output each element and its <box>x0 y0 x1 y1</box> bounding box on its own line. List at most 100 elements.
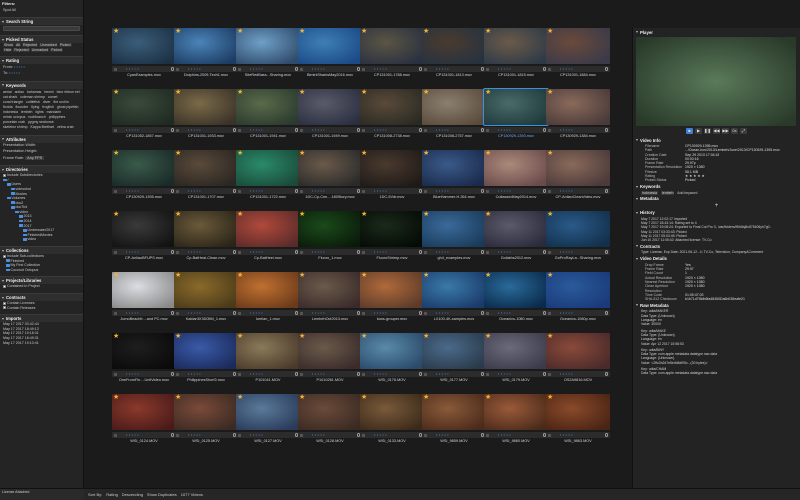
video-thumbnail[interactable] <box>546 333 610 369</box>
video-thumbnail[interactable] <box>484 272 548 308</box>
picked-flag-icon[interactable] <box>486 250 489 254</box>
rating-stars[interactable]: • • • • • <box>14 65 25 69</box>
picked-flag-icon[interactable] <box>176 250 179 254</box>
video-thumbnail-cell[interactable]: ★ ••••• LX100-4K-samples.mov <box>422 272 486 332</box>
video-thumbnail-cell[interactable]: ★ ••••• Oceanics-1080.mov <box>484 272 548 332</box>
favorite-star-icon[interactable]: ★ <box>299 394 305 401</box>
rating-dots[interactable]: ••••• <box>188 433 202 437</box>
video-thumbnail-cell[interactable]: ★ ••••• CP130929-1395.mov <box>112 150 176 210</box>
video-thumbnail[interactable] <box>112 150 176 186</box>
picked-flag-icon[interactable] <box>114 128 117 132</box>
favorite-star-icon[interactable]: ★ <box>361 211 367 218</box>
picked-flag-icon[interactable] <box>176 67 179 71</box>
favorite-star-icon[interactable]: ★ <box>547 272 553 279</box>
keyword-filter-item[interactable]: zebra crab <box>57 125 74 130</box>
video-thumbnail[interactable] <box>236 394 300 430</box>
favorite-star-icon[interactable]: ★ <box>485 333 491 340</box>
video-thumbnail-cell[interactable]: ★ ••••• Goliaths2012.mov <box>484 211 548 271</box>
gear-icon[interactable] <box>604 372 608 376</box>
favorite-star-icon[interactable]: ★ <box>547 89 553 96</box>
rating-dots[interactable]: ••••• <box>250 189 264 193</box>
video-thumbnail-cell[interactable]: ★ ••••• gh4_examples.mov <box>422 211 486 271</box>
rating-dots[interactable]: ••••• <box>560 67 574 71</box>
favorite-star-icon[interactable]: ★ <box>113 333 119 340</box>
video-thumbnail-cell[interactable]: ★ ••••• OneFromFin....UnitVideo.mov <box>112 333 176 393</box>
favorite-star-icon[interactable]: ★ <box>175 272 181 279</box>
video-thumbnail-cell[interactable]: ★ ••••• SiteRedBass...Sharing.mov <box>236 28 300 88</box>
picked-flag-icon[interactable] <box>362 433 365 437</box>
player-control-button[interactable]: 0x <box>731 128 738 134</box>
favorite-star-icon[interactable]: ★ <box>237 333 243 340</box>
video-thumbnail-cell[interactable]: ★ ••••• 1DC-5Vdr.mov <box>360 150 424 210</box>
favorite-star-icon[interactable]: ★ <box>547 150 553 157</box>
favorite-star-icon[interactable]: ★ <box>423 272 429 279</box>
picked-flag-icon[interactable] <box>238 128 241 132</box>
favorite-star-icon[interactable]: ★ <box>423 89 429 96</box>
picked-flag-icon[interactable] <box>424 67 427 71</box>
rating-dots[interactable]: ••••• <box>498 128 512 132</box>
keywords-section-header[interactable]: Keywords <box>633 183 800 191</box>
video-thumbnail-cell[interactable]: ★ ••••• CP131001-1884.mov <box>546 28 610 88</box>
video-thumbnail[interactable] <box>174 89 238 125</box>
video-thumbnail-cell[interactable]: ★ ••••• 1DC-Cp-Cen....180Story.mov <box>298 150 362 210</box>
rating-dots[interactable]: ••••• <box>436 311 450 315</box>
player-control-button[interactable]: ▶▶ <box>722 128 729 134</box>
video-thumbnail-cell[interactable]: ★ ••••• Cp-BatHeal-Clean.mov <box>174 211 238 271</box>
favorite-star-icon[interactable]: ★ <box>237 272 243 279</box>
player-control-button[interactable]: ◀◀ <box>713 128 720 134</box>
contain-releases-checkbox[interactable]: Contain Releases <box>0 306 83 311</box>
video-thumbnail[interactable] <box>112 28 176 64</box>
video-thumbnail-cell[interactable]: ★ ••••• CP131001-1707.mov <box>174 150 238 210</box>
video-info-section-header[interactable]: Video Info <box>633 136 800 144</box>
video-thumbnail-cell[interactable]: ★ ••••• CP131001-1722.mov <box>236 150 300 210</box>
rating-dots[interactable]: ••••• <box>312 433 326 437</box>
video-thumbnail[interactable] <box>422 211 486 247</box>
video-thumbnail[interactable] <box>546 272 610 308</box>
favorite-star-icon[interactable]: ★ <box>547 394 553 401</box>
rating-dots[interactable]: ••••• <box>374 372 388 376</box>
video-thumbnail[interactable] <box>360 272 424 308</box>
rating-dots[interactable]: ••••• <box>436 67 450 71</box>
video-thumbnail-cell[interactable]: ★ ••••• WSI_0125.MOV <box>174 394 238 454</box>
picked-option[interactable]: Hide <box>3 48 13 53</box>
video-thumbnail[interactable] <box>484 28 548 64</box>
contracts-section-header[interactable]: Contracts <box>633 242 800 250</box>
picked-flag-icon[interactable] <box>486 128 489 132</box>
favorite-star-icon[interactable]: ★ <box>361 89 367 96</box>
favorite-star-icon[interactable]: ★ <box>423 394 429 401</box>
video-thumbnail[interactable] <box>298 333 362 369</box>
player-section-header[interactable]: Player <box>633 28 800 36</box>
favorite-star-icon[interactable]: ★ <box>113 28 119 35</box>
picked-flag-icon[interactable] <box>548 311 551 315</box>
picked-flag-icon[interactable] <box>486 67 489 71</box>
favorite-star-icon[interactable]: ★ <box>175 394 181 401</box>
rating-dots[interactable]: ••••• <box>188 250 202 254</box>
video-thumbnail-cell[interactable]: ★ ••••• CP131008-2738.mov <box>360 89 424 149</box>
rating-dots[interactable]: ••••• <box>436 128 450 132</box>
import-item[interactable]: May 17 2017 19:10:41 <box>0 341 83 346</box>
rating-dots[interactable]: ••••• <box>126 67 140 71</box>
raw-metadata-section-header[interactable]: Raw Metadata <box>633 301 800 309</box>
picked-flag-icon[interactable] <box>548 372 551 376</box>
video-thumbnail-cell[interactable]: ★ ••••• CP130929-1384.mov <box>546 89 610 149</box>
video-thumbnail[interactable] <box>360 89 424 125</box>
gear-icon[interactable] <box>604 311 608 315</box>
rating-dots[interactable]: ••••• <box>560 433 574 437</box>
video-thumbnail-cell[interactable]: ★ ••••• WSI_0127.MOV <box>236 394 300 454</box>
video-thumbnail[interactable] <box>112 89 176 125</box>
contracts-section-header[interactable]: Contracts <box>0 293 83 301</box>
video-thumbnail[interactable] <box>360 211 424 247</box>
picked-flag-icon[interactable] <box>362 67 365 71</box>
favorite-star-icon[interactable]: ★ <box>485 89 491 96</box>
video-thumbnail[interactable] <box>236 150 300 186</box>
picked-option[interactable]: Show <box>3 43 14 48</box>
video-thumbnail[interactable] <box>422 150 486 186</box>
video-thumbnail[interactable] <box>174 272 238 308</box>
picked-flag-icon[interactable] <box>176 372 179 376</box>
directories-section-header[interactable]: Directories <box>0 165 83 174</box>
video-thumbnail[interactable] <box>422 272 486 308</box>
picked-flag-icon[interactable] <box>238 189 241 193</box>
rating-to-row[interactable]: To: • • • • • <box>0 70 83 76</box>
video-thumbnail[interactable] <box>546 394 610 430</box>
rating-stars[interactable]: • • • • • <box>9 71 20 75</box>
